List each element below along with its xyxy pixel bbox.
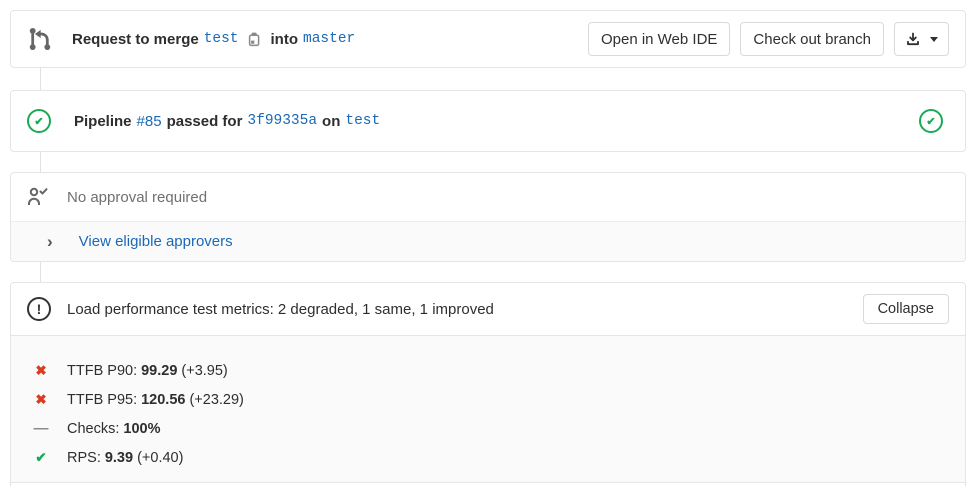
exclamation-circle-icon: ! (27, 297, 51, 321)
copy-branch-name-icon[interactable] (246, 31, 262, 48)
degraded-x-icon: ✖ (33, 363, 49, 379)
passed-for-label: passed for (167, 113, 243, 130)
load-performance-metrics-list: ✖ TTFB P90: 99.29 (+3.95) ✖ TTFB P95: 12… (11, 335, 965, 483)
metric-value: 100% (123, 421, 160, 437)
load-performance-section: ! Load performance test metrics: 2 degra… (10, 282, 966, 486)
open-web-ide-button[interactable]: Open in Web IDE (588, 22, 730, 56)
metric-row: ✔ RPS: 9.39 (+0.40) (11, 443, 965, 472)
view-eligible-approvers-row[interactable]: › View eligible approvers (11, 222, 965, 261)
pipeline-status-success-icon: ✔ (27, 109, 51, 133)
metric-row: ✖ TTFB P95: 120.56 (+23.29) (11, 385, 965, 414)
metric-delta: (+23.29) (189, 392, 243, 408)
degraded-x-icon: ✖ (33, 392, 49, 408)
metric-label: TTFB P95: (67, 392, 137, 408)
improved-check-icon: ✔ (33, 450, 49, 466)
target-branch-link[interactable]: master (303, 31, 355, 47)
chevron-right-icon: › (47, 233, 53, 250)
metric-label: RPS: (67, 450, 101, 466)
load-performance-header: ! Load performance test metrics: 2 degra… (11, 283, 965, 335)
metric-value: 99.29 (141, 363, 177, 379)
collapse-button[interactable]: Collapse (863, 294, 949, 324)
pipeline-branch-link[interactable]: test (345, 113, 380, 129)
download-icon (905, 31, 921, 47)
caret-down-icon (930, 37, 938, 42)
merge-bar-actions: Open in Web IDE Check out branch (588, 22, 949, 56)
approval-status-text: No approval required (67, 189, 207, 206)
pipeline-mini-graph-stage-icon[interactable]: ✔ (919, 109, 943, 133)
unchanged-dash-icon: — (33, 420, 49, 437)
pipeline-number-link[interactable]: #85 (137, 113, 162, 130)
metric-delta: (+3.95) (181, 363, 227, 379)
metric-row: — Checks: 100% (11, 414, 965, 443)
pipeline-bar: ✔ Pipeline #85 passed for 3f99335a on te… (10, 90, 966, 152)
request-to-merge-label: Request to merge (72, 31, 199, 48)
user-check-icon (27, 187, 50, 207)
merge-request-widget: Request to merge test into master Open i… (0, 0, 978, 486)
metric-value: 9.39 (105, 450, 133, 466)
commit-sha-link[interactable]: 3f99335a (247, 113, 317, 129)
checkout-branch-button[interactable]: Check out branch (740, 22, 884, 56)
into-label: into (271, 31, 299, 48)
on-label: on (322, 113, 340, 130)
merge-request-icon (27, 26, 53, 52)
pipeline-label: Pipeline (74, 113, 132, 130)
load-performance-summary: Load performance test metrics: 2 degrade… (67, 301, 494, 318)
merge-bar: Request to merge test into master Open i… (10, 10, 966, 68)
metric-row: ✖ TTFB P90: 99.29 (+3.95) (11, 356, 965, 385)
metric-label: Checks: (67, 421, 119, 437)
approvals-section: No approval required › View eligible app… (10, 172, 966, 262)
metric-value: 120.56 (141, 392, 185, 408)
approval-status-row: No approval required (11, 173, 965, 222)
metric-label: TTFB P90: (67, 363, 137, 379)
view-eligible-approvers-link[interactable]: View eligible approvers (79, 233, 233, 250)
metric-delta: (+0.40) (137, 450, 183, 466)
download-dropdown-button[interactable] (894, 22, 949, 56)
source-branch-link[interactable]: test (204, 31, 239, 47)
